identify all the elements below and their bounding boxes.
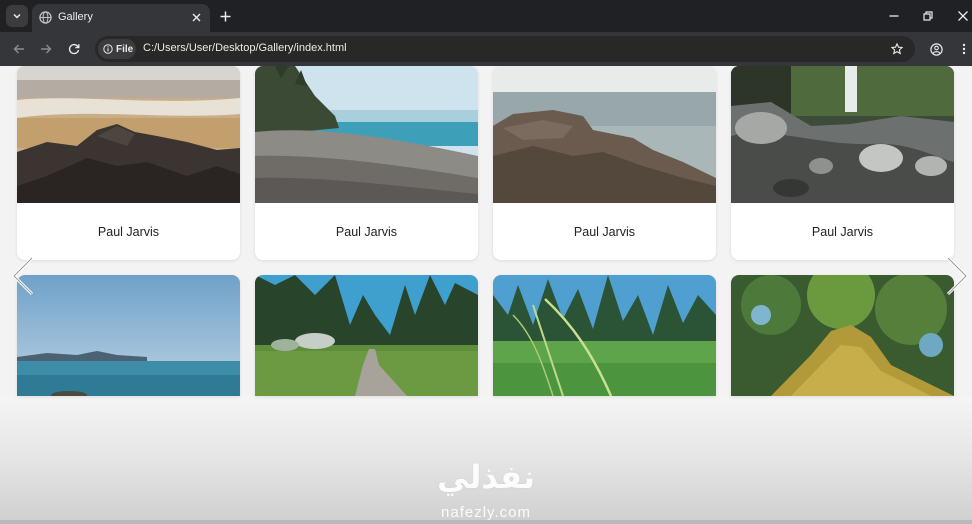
star-icon xyxy=(891,43,903,55)
profile-icon xyxy=(929,42,943,56)
gallery-card[interactable] xyxy=(493,275,716,396)
bookmark-button[interactable] xyxy=(889,41,905,57)
new-tab-button[interactable] xyxy=(216,7,234,25)
reload-icon xyxy=(68,43,80,55)
reload-button[interactable] xyxy=(64,39,84,59)
gallery-photo xyxy=(731,66,954,203)
chevron-left-icon[interactable] xyxy=(10,256,36,296)
plus-icon xyxy=(220,11,230,21)
restore-button[interactable] xyxy=(918,6,938,26)
minimize-button[interactable] xyxy=(884,6,904,26)
gallery-photo xyxy=(17,275,240,396)
chevron-down-icon xyxy=(13,13,21,19)
card-caption: Paul Jarvis xyxy=(97,224,160,239)
gallery-card[interactable] xyxy=(255,275,478,396)
watermark-url: nafezly.com xyxy=(441,504,531,521)
menu-icon xyxy=(962,43,966,55)
card-caption: Paul Jarvis xyxy=(335,224,398,239)
tab-title: Gallery xyxy=(58,11,93,23)
gallery-photo xyxy=(493,66,716,203)
page-viewport: Paul Jarvis Paul Jarvis Paul Jarvis Paul… xyxy=(0,66,972,524)
watermark-logo-text: نفذلي xyxy=(437,459,535,495)
back-button[interactable] xyxy=(9,39,29,59)
close-window-button[interactable] xyxy=(953,6,972,26)
forward-button[interactable] xyxy=(36,39,56,59)
tab-strip: Gallery xyxy=(0,0,972,32)
chevron-right-icon[interactable] xyxy=(944,256,970,296)
close-tab-button[interactable] xyxy=(188,9,204,25)
gallery-photo xyxy=(493,275,716,396)
gallery-card[interactable] xyxy=(731,275,954,396)
card-caption: Paul Jarvis xyxy=(811,224,874,239)
gallery-card[interactable]: Paul Jarvis xyxy=(493,66,716,260)
url-text[interactable]: C:/Users/User/Desktop/Gallery/index.html xyxy=(143,42,347,54)
browser-toolbar: File C:/Users/User/Desktop/Gallery/index… xyxy=(0,32,972,66)
back-icon xyxy=(13,44,24,54)
profile-button[interactable] xyxy=(926,39,946,59)
close-icon xyxy=(192,13,200,21)
restore-icon xyxy=(923,11,933,21)
tab-gallery[interactable]: Gallery xyxy=(32,4,210,32)
tab-search-button[interactable] xyxy=(6,5,28,27)
card-caption: Paul Jarvis xyxy=(573,224,636,239)
gallery-photo xyxy=(17,66,240,203)
gallery-card[interactable]: Paul Jarvis xyxy=(17,66,240,260)
close-icon xyxy=(958,11,968,21)
forward-icon xyxy=(41,44,52,54)
minimize-icon xyxy=(889,15,899,17)
gallery-card[interactable] xyxy=(17,275,240,396)
gallery-card[interactable]: Paul Jarvis xyxy=(731,66,954,260)
address-bar[interactable]: File C:/Users/User/Desktop/Gallery/index… xyxy=(95,36,915,62)
site-info-chip[interactable]: File xyxy=(98,39,136,59)
gallery-photo xyxy=(731,275,954,396)
globe-icon xyxy=(39,11,52,24)
site-info-label: File xyxy=(116,43,134,55)
gallery-card[interactable]: Paul Jarvis xyxy=(255,66,478,260)
bottom-edge xyxy=(0,520,972,524)
browser-menu-button[interactable] xyxy=(954,39,972,59)
info-icon xyxy=(103,44,113,54)
gallery-photo xyxy=(255,66,478,203)
gallery-photo xyxy=(255,275,478,396)
